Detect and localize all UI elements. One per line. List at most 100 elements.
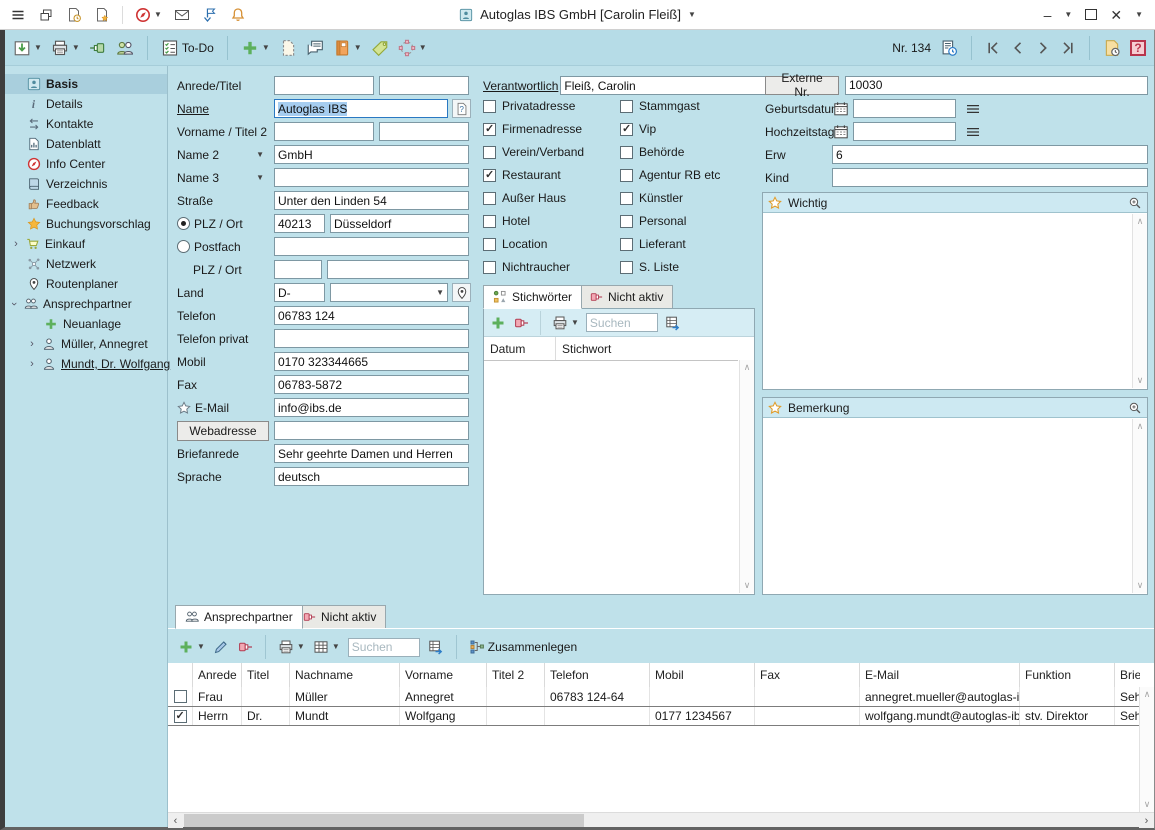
contacts-vertical-scrollbar[interactable]: ∧ ∨ xyxy=(1139,687,1154,812)
column-header-telefon[interactable]: Telefon xyxy=(545,663,650,687)
nav-last-icon[interactable] xyxy=(1060,40,1076,56)
list-lines-icon[interactable] xyxy=(965,124,981,140)
strasse-input[interactable] xyxy=(274,191,469,210)
book-button[interactable]: ▼ xyxy=(333,39,362,57)
checkbox[interactable] xyxy=(483,238,496,251)
mobil-input[interactable] xyxy=(274,352,469,371)
scroll-left-icon[interactable]: ‹ xyxy=(168,813,183,828)
row-checkbox[interactable] xyxy=(174,710,187,723)
document-clock-icon[interactable] xyxy=(66,7,82,23)
hochzeitstag-input[interactable] xyxy=(853,122,956,141)
tab-stichwoerter-nicht-aktiv[interactable]: Nicht aktiv xyxy=(579,285,673,309)
land-code-input[interactable] xyxy=(274,283,325,302)
anrede-input[interactable] xyxy=(274,76,374,95)
sidebar-item-datenblatt[interactable]: Datenblatt xyxy=(5,134,167,154)
sidebar-item-neuanlage[interactable]: Neuanlage xyxy=(5,314,167,334)
todo-button[interactable]: To-Do xyxy=(161,39,214,57)
titel-input[interactable] xyxy=(379,76,469,95)
checkbox[interactable] xyxy=(620,146,633,159)
map-pin-button[interactable] xyxy=(452,283,471,302)
column-header-stichwort[interactable]: Stichwort xyxy=(556,337,734,360)
checkbox-s-liste[interactable]: S. Liste xyxy=(620,259,679,275)
chevron-down-icon[interactable]: ▼ xyxy=(256,151,264,159)
close-chevron-icon[interactable]: ▼ xyxy=(1135,11,1143,19)
sprache-input[interactable] xyxy=(274,467,469,486)
keywords-search-input[interactable] xyxy=(586,313,658,332)
maximize-button[interactable] xyxy=(1085,9,1097,20)
tab-stichwoerter[interactable]: Stichwörter xyxy=(483,285,582,309)
nav-prev-icon[interactable] xyxy=(1010,40,1026,56)
keywords-scrollbar[interactable]: ∧ ∨ xyxy=(739,360,754,593)
name-input[interactable]: Autoglas IBS xyxy=(274,99,448,118)
contacts-search-input[interactable] xyxy=(348,638,420,657)
sidebar-item-feedback[interactable]: Feedback xyxy=(5,194,167,214)
land-name-select[interactable]: ▼ xyxy=(330,283,448,302)
network-ring-button[interactable]: ▼ xyxy=(398,39,427,57)
erw-input[interactable] xyxy=(832,145,1148,164)
checkbox[interactable] xyxy=(483,100,496,113)
column-header-fax[interactable]: Fax xyxy=(755,663,860,687)
plz-ort-radio[interactable] xyxy=(177,217,190,230)
contacts-horizontal-scrollbar[interactable]: ‹ › xyxy=(168,812,1154,827)
sidebar-item-einkauf[interactable]: ›Einkauf xyxy=(5,234,167,254)
checkbox-nichtraucher[interactable]: Nichtraucher xyxy=(483,259,570,275)
flag-download-icon[interactable] xyxy=(202,7,218,23)
zoom-plus-icon[interactable] xyxy=(1128,401,1142,415)
checkbox[interactable] xyxy=(620,123,633,136)
column-header-titel2[interactable]: Titel 2 xyxy=(487,663,545,687)
sidebar-item-info-center[interactable]: Info Center xyxy=(5,154,167,174)
scroll-down-icon[interactable]: ∨ xyxy=(1144,799,1151,810)
tag-icon[interactable] xyxy=(371,39,389,57)
sidebar-item-mueller-annegret[interactable]: ›Müller, Annegret xyxy=(5,334,167,354)
chat-icon[interactable] xyxy=(306,39,324,57)
table-row-mundt[interactable]: Herrn Dr. Mundt Wolfgang 0177 1234567 wo… xyxy=(168,706,1140,726)
restore-window-icon[interactable] xyxy=(38,7,54,23)
checkbox[interactable] xyxy=(620,261,633,274)
print-button[interactable]: ▼ xyxy=(51,39,80,57)
calendar-icon[interactable] xyxy=(833,124,849,140)
nav-first-icon[interactable] xyxy=(985,40,1001,56)
contacts-grid-button[interactable]: ▼ xyxy=(313,639,340,655)
sidebar-item-basis[interactable]: Basis xyxy=(5,74,167,94)
column-header-mobil[interactable]: Mobil xyxy=(650,663,755,687)
name3-input[interactable] xyxy=(274,168,469,187)
bemerkung-scrollbar[interactable]: ∧ ∨ xyxy=(1132,419,1147,593)
verantwortlich-input[interactable] xyxy=(560,76,766,95)
checkbox[interactable] xyxy=(483,123,496,136)
scroll-up-icon[interactable]: ∧ xyxy=(1137,216,1144,227)
verantwortlich-label[interactable]: Verantwortlich xyxy=(483,79,558,93)
minimize-button[interactable]: – xyxy=(1044,8,1052,22)
plz2-input[interactable] xyxy=(274,260,322,279)
checkbox-location[interactable]: Location xyxy=(483,236,547,252)
list-lines-icon[interactable] xyxy=(965,101,981,117)
column-header-anrede[interactable]: Anrede xyxy=(193,663,242,687)
ort-input[interactable] xyxy=(330,214,469,233)
name2-input[interactable] xyxy=(274,145,469,164)
externe-nr-input[interactable] xyxy=(845,76,1148,95)
export-grid-icon[interactable] xyxy=(665,315,681,331)
people-compare-icon[interactable] xyxy=(116,39,134,57)
scroll-up-icon[interactable]: ∧ xyxy=(1144,689,1151,700)
postfach-radio[interactable] xyxy=(177,240,190,253)
postfach-input[interactable] xyxy=(274,237,469,256)
name-lookup-button[interactable] xyxy=(452,99,471,118)
checkbox-ausser-haus[interactable]: Außer Haus xyxy=(483,190,566,206)
document-star-icon[interactable] xyxy=(94,7,110,23)
mail-icon[interactable] xyxy=(174,7,190,23)
checkbox[interactable] xyxy=(483,192,496,205)
sidebar-item-details[interactable]: Details xyxy=(5,94,167,114)
checkbox[interactable] xyxy=(483,261,496,274)
edit-pencil-icon[interactable] xyxy=(213,639,229,655)
titel2-input[interactable] xyxy=(379,122,469,141)
telefon-input[interactable] xyxy=(274,306,469,325)
add-plus-icon[interactable] xyxy=(490,315,506,331)
geburtsdatum-input[interactable] xyxy=(853,99,956,118)
checkbox[interactable] xyxy=(620,169,633,182)
checkbox-behoerde[interactable]: Behörde xyxy=(620,144,684,160)
info-center-button[interactable]: ▼ xyxy=(135,7,162,23)
plug-red-icon[interactable] xyxy=(237,639,253,655)
fax-input[interactable] xyxy=(274,375,469,394)
checkbox-restaurant[interactable]: Restaurant xyxy=(483,167,561,183)
checkbox-stammgast[interactable]: Stammgast xyxy=(620,98,700,114)
document-dashed-icon[interactable] xyxy=(279,39,297,57)
